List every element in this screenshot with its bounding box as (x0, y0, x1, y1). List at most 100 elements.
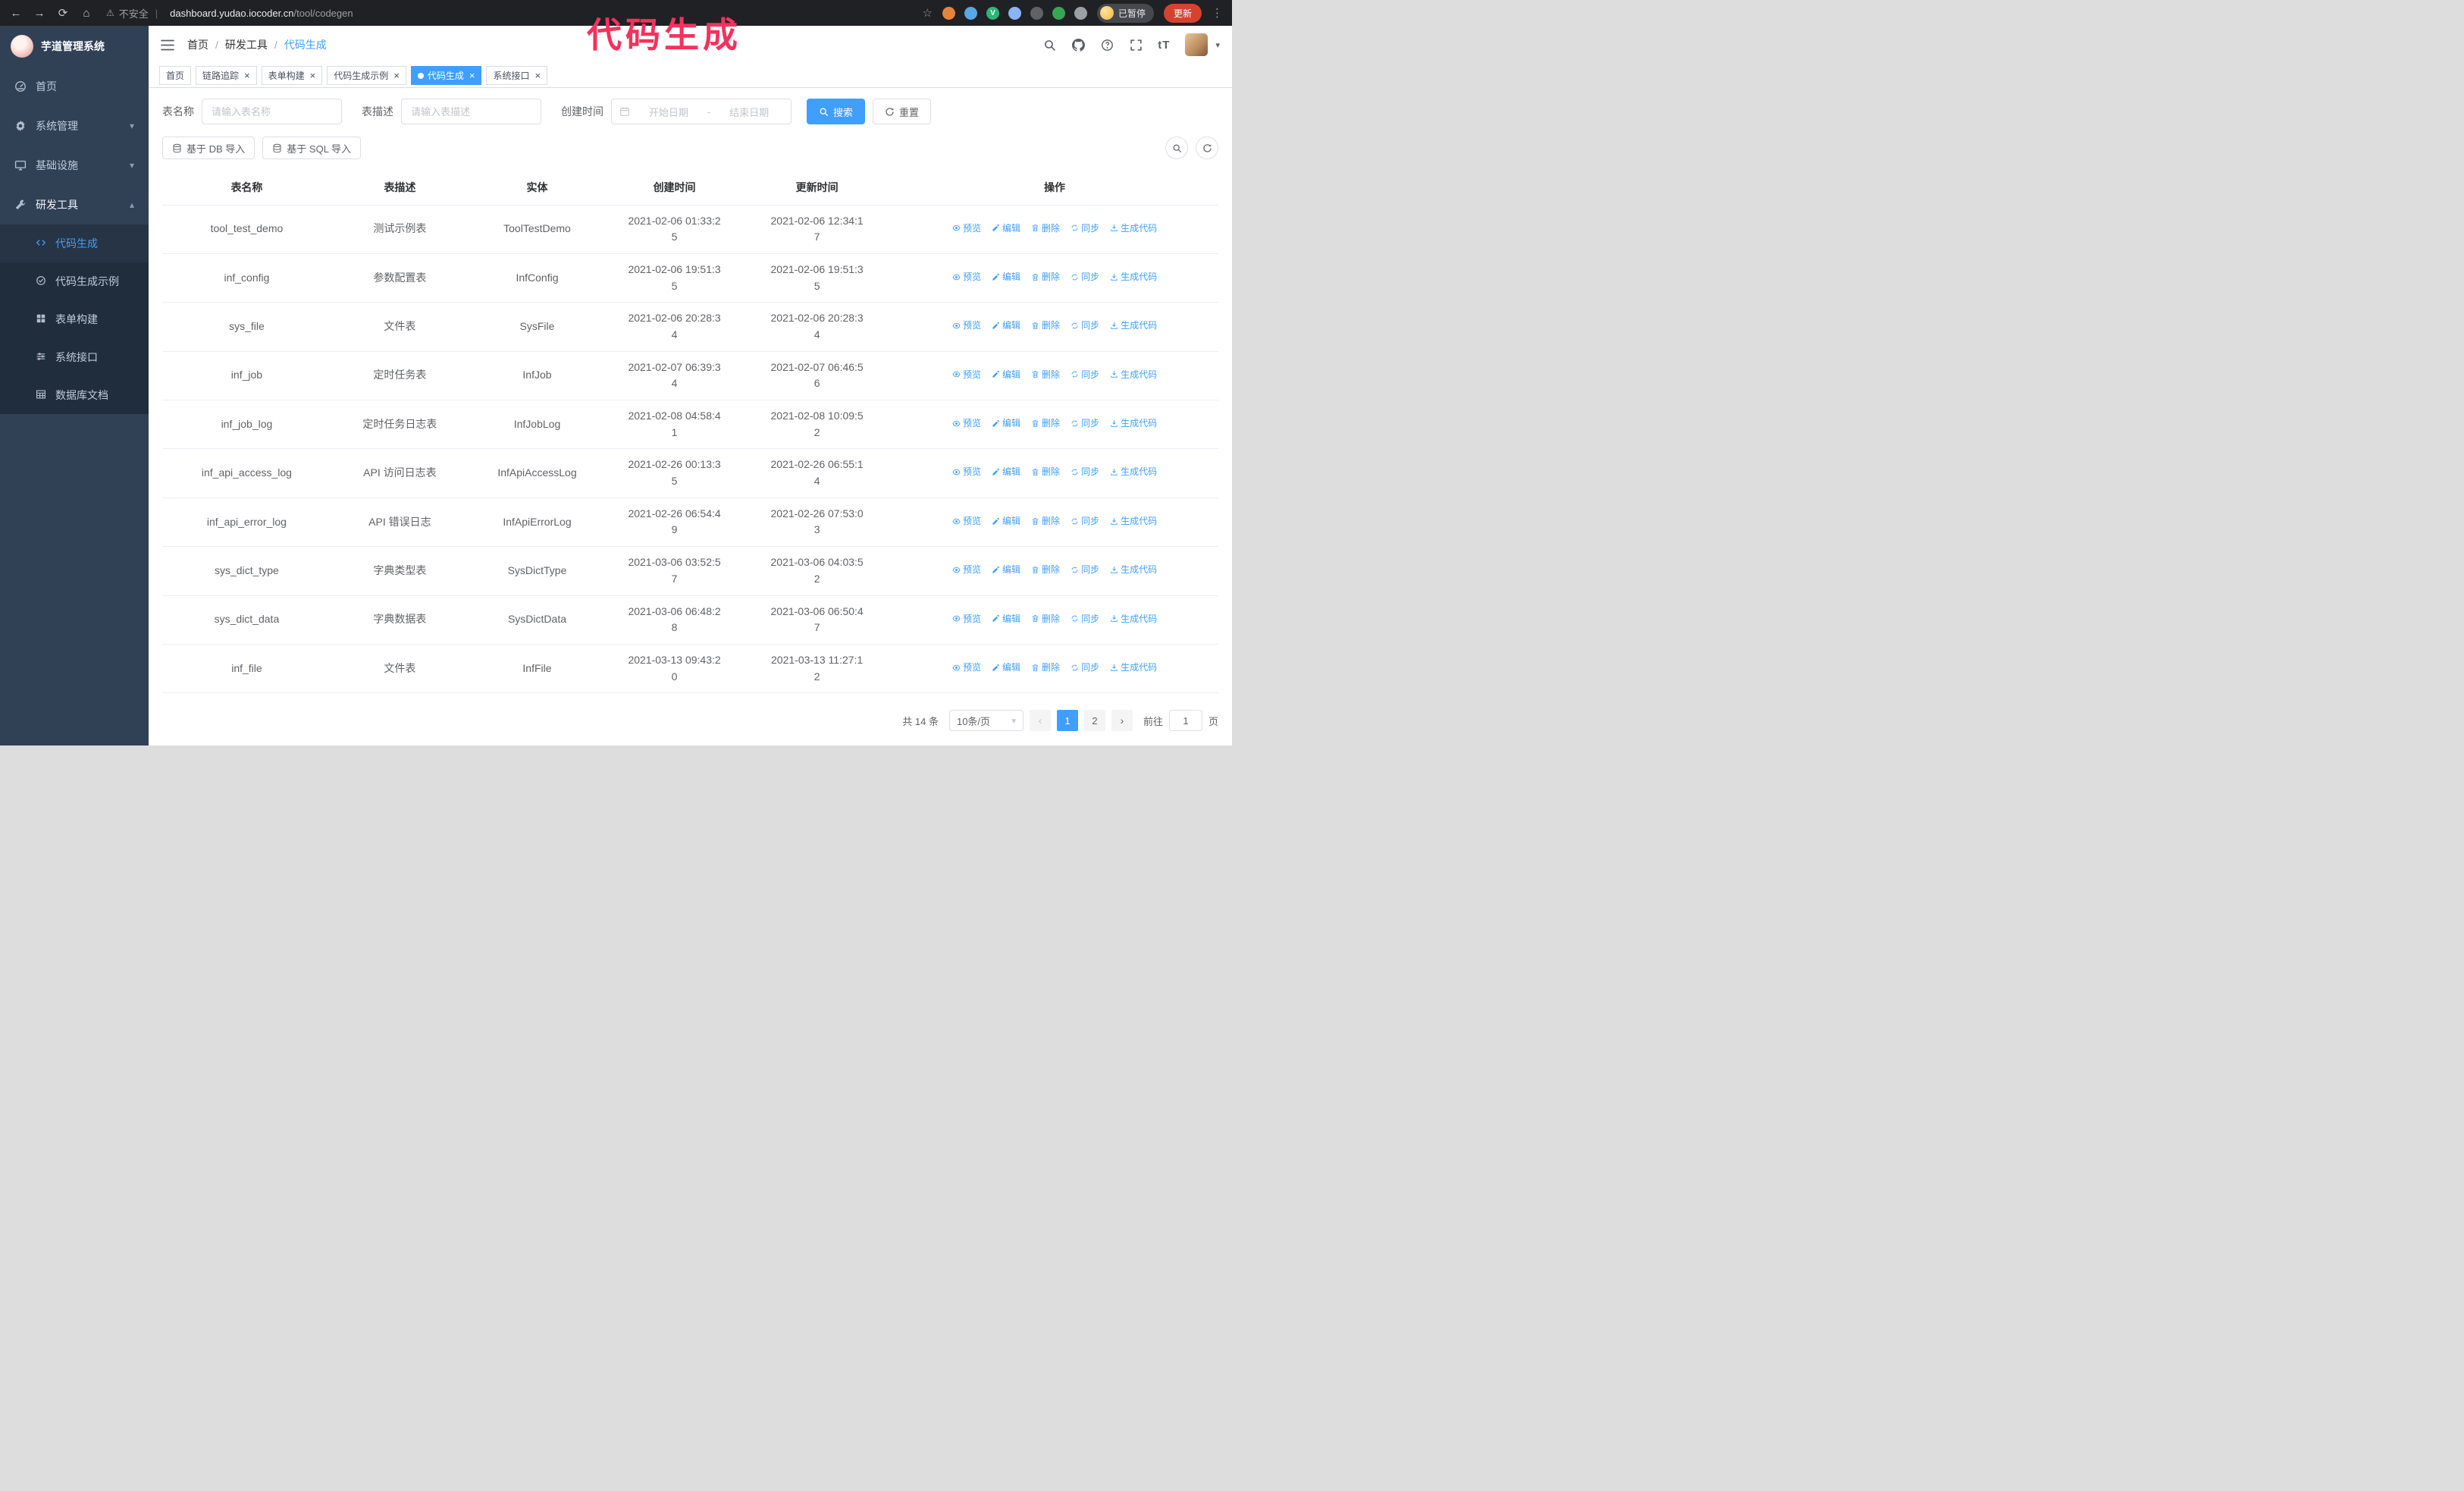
sidebar-item-db-doc[interactable]: 数据库文档 (0, 376, 149, 414)
row-action-delete[interactable]: 删除 (1031, 319, 1060, 333)
github-icon[interactable] (1071, 38, 1085, 52)
tab-3[interactable]: 代码生成示例 × (327, 66, 406, 85)
row-action-delete[interactable]: 删除 (1031, 416, 1060, 431)
extension-icon[interactable] (942, 6, 955, 20)
security-indicator[interactable]: ⚠ 不安全 | (106, 6, 160, 20)
breadcrumb-item[interactable]: 研发工具 (225, 37, 268, 52)
import-sql-button[interactable]: 基于 SQL 导入 (262, 137, 362, 159)
row-action-sync[interactable]: 同步 (1071, 465, 1099, 479)
table-desc-input[interactable] (401, 99, 541, 124)
row-action-delete[interactable]: 删除 (1031, 661, 1060, 675)
row-action-generate[interactable]: 生成代码 (1110, 514, 1157, 529)
row-action-generate[interactable]: 生成代码 (1110, 661, 1157, 675)
font-size-icon[interactable]: tT (1158, 39, 1170, 52)
browser-reload-icon[interactable]: ⟳ (56, 6, 70, 20)
create-time-range-picker[interactable]: 开始日期 - 结束日期 (611, 99, 792, 124)
row-action-delete[interactable]: 删除 (1031, 514, 1060, 529)
row-action-sync[interactable]: 同步 (1071, 221, 1099, 236)
row-action-generate[interactable]: 生成代码 (1110, 465, 1157, 479)
row-action-sync[interactable]: 同步 (1071, 563, 1099, 577)
extension-icon[interactable] (1008, 6, 1021, 20)
row-action-generate[interactable]: 生成代码 (1110, 368, 1157, 382)
extension-icon[interactable] (964, 6, 977, 20)
sidebar-item-codegen-example[interactable]: 代码生成示例 (0, 262, 149, 300)
prev-page-button[interactable]: ‹ (1029, 710, 1051, 732)
row-action-preview[interactable]: 预览 (952, 612, 981, 626)
tab-0[interactable]: 首页 (159, 66, 192, 85)
close-icon[interactable]: × (309, 71, 316, 80)
row-action-generate[interactable]: 生成代码 (1110, 270, 1157, 284)
toggle-search-button[interactable] (1165, 137, 1188, 159)
row-action-edit[interactable]: 编辑 (992, 514, 1020, 529)
row-action-sync[interactable]: 同步 (1071, 612, 1099, 626)
sidebar-item-codegen[interactable]: 代码生成 (0, 224, 149, 262)
tab-1[interactable]: 链路追踪 × (196, 66, 257, 85)
row-action-sync[interactable]: 同步 (1071, 661, 1099, 675)
row-action-delete[interactable]: 删除 (1031, 270, 1060, 284)
row-action-preview[interactable]: 预览 (952, 514, 981, 529)
bookmark-star-icon[interactable]: ☆ (923, 6, 933, 20)
row-action-preview[interactable]: 预览 (952, 465, 981, 479)
row-action-delete[interactable]: 删除 (1031, 465, 1060, 479)
row-action-preview[interactable]: 预览 (952, 661, 981, 675)
row-action-preview[interactable]: 预览 (952, 270, 981, 284)
row-action-preview[interactable]: 预览 (952, 416, 981, 431)
search-icon[interactable] (1042, 38, 1056, 52)
sidebar-item-dev-tools[interactable]: 研发工具 ▴ (0, 185, 149, 224)
goto-page-input[interactable] (1168, 710, 1202, 732)
row-action-delete[interactable]: 删除 (1031, 563, 1060, 577)
row-action-generate[interactable]: 生成代码 (1110, 319, 1157, 333)
row-action-generate[interactable]: 生成代码 (1110, 563, 1157, 577)
page-size-select[interactable]: 10条/页 ▾ (948, 710, 1024, 732)
row-action-edit[interactable]: 编辑 (992, 221, 1020, 236)
row-action-edit[interactable]: 编辑 (992, 416, 1020, 431)
row-action-preview[interactable]: 预览 (952, 221, 981, 236)
page-button-1[interactable]: 1 (1056, 710, 1078, 732)
refresh-table-button[interactable] (1196, 137, 1218, 159)
row-action-edit[interactable]: 编辑 (992, 319, 1020, 333)
extension-icon[interactable] (1074, 6, 1087, 20)
tab-4[interactable]: 代码生成 × (410, 66, 482, 85)
row-action-delete[interactable]: 删除 (1031, 612, 1060, 626)
row-action-sync[interactable]: 同步 (1071, 416, 1099, 431)
extension-icon[interactable] (1030, 6, 1043, 20)
breadcrumb-item[interactable]: 代码生成 (284, 37, 327, 52)
sidebar-item-home[interactable]: 首页 (0, 67, 149, 106)
sidebar-item-system-api[interactable]: 系统接口 (0, 338, 149, 376)
row-action-sync[interactable]: 同步 (1071, 514, 1099, 529)
row-action-preview[interactable]: 预览 (952, 319, 981, 333)
search-button[interactable]: 搜索 (807, 99, 866, 124)
row-action-sync[interactable]: 同步 (1071, 270, 1099, 284)
help-icon[interactable] (1100, 38, 1114, 52)
row-action-delete[interactable]: 删除 (1031, 368, 1060, 382)
tab-5[interactable]: 系统接口 × (486, 66, 548, 85)
row-action-edit[interactable]: 编辑 (992, 612, 1020, 626)
browser-update-button[interactable]: 更新 (1163, 3, 1202, 23)
extension-icon[interactable] (1052, 6, 1065, 20)
browser-forward-icon[interactable]: → (33, 7, 46, 20)
next-page-button[interactable]: › (1111, 710, 1133, 732)
reset-button[interactable]: 重置 (873, 99, 932, 124)
fullscreen-icon[interactable] (1129, 38, 1143, 52)
row-action-generate[interactable]: 生成代码 (1110, 416, 1157, 431)
profile-paused-badge[interactable]: 已暂停 (1096, 3, 1154, 23)
browser-back-icon[interactable]: ← (9, 7, 23, 20)
logo[interactable]: 芋道管理系统 (0, 26, 149, 67)
row-action-edit[interactable]: 编辑 (992, 465, 1020, 479)
hamburger-icon[interactable] (161, 39, 174, 51)
row-action-sync[interactable]: 同步 (1071, 368, 1099, 382)
close-icon[interactable]: × (243, 71, 250, 80)
close-icon[interactable]: × (392, 71, 400, 80)
row-action-edit[interactable]: 编辑 (992, 563, 1020, 577)
browser-menu-icon[interactable]: ⋮ (1212, 6, 1223, 20)
table-name-input[interactable] (202, 99, 342, 124)
extension-icon[interactable]: V (986, 6, 999, 20)
address-bar[interactable]: dashboard.yudao.iocoder.cn/tool/codegen (170, 8, 353, 19)
row-action-generate[interactable]: 生成代码 (1110, 612, 1157, 626)
sidebar-item-form-builder[interactable]: 表单构建 (0, 300, 149, 338)
sidebar-item-infra[interactable]: 基础设施 ▾ (0, 146, 149, 185)
import-db-button[interactable]: 基于 DB 导入 (162, 137, 255, 159)
browser-home-icon[interactable]: ⌂ (80, 7, 93, 20)
tab-2[interactable]: 表单构建 × (261, 66, 323, 85)
row-action-edit[interactable]: 编辑 (992, 270, 1020, 284)
